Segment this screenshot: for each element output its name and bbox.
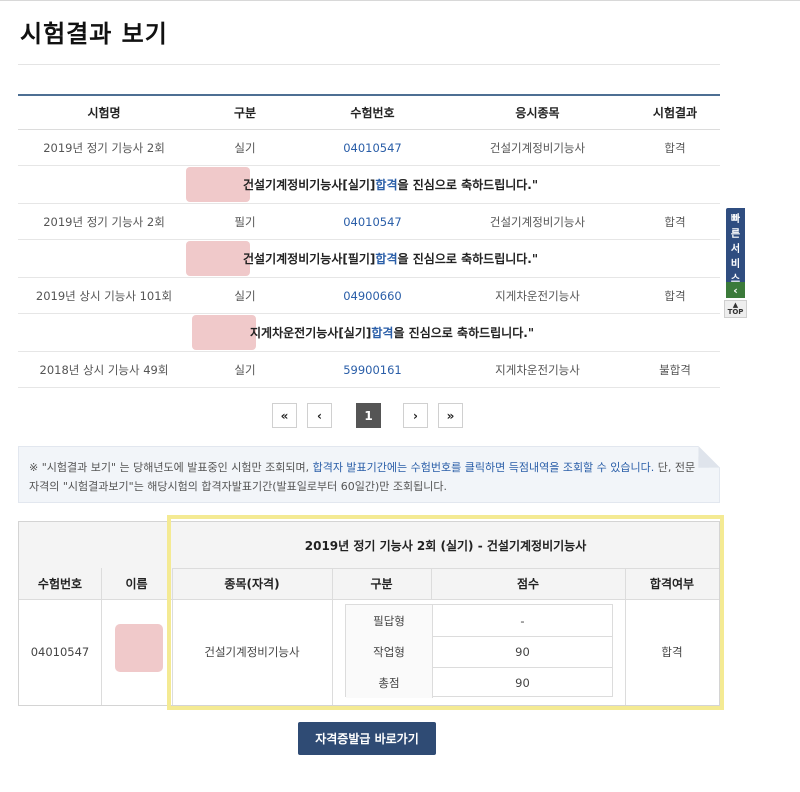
- header-score: 점수: [516, 577, 540, 591]
- exam-field: 지게차운전기능사: [495, 288, 580, 303]
- quick-service-char: 비: [730, 259, 741, 270]
- header-result: 시험결과: [652, 106, 698, 120]
- score-item: 총점 90: [346, 667, 612, 698]
- score-breakdown: 필답형 - 작업형 90 총점 90: [345, 604, 613, 698]
- exam-field: 건설기계정비기능사: [489, 214, 586, 229]
- exam-field: 건설기계정비기능사: [489, 140, 586, 155]
- score-table: 2019년 정기 기능사 2회 (실기) - 건설기계정비기능사 수험번호 이름…: [18, 521, 720, 706]
- exam-type: 필기: [234, 214, 256, 229]
- exam-name: 2019년 정기 기능사 2회: [43, 214, 165, 229]
- blurred-name: [186, 167, 250, 202]
- top-label: TOP: [727, 308, 744, 316]
- results-table: 시험명 구분 수험번호 응시종목 시험결과 2019년 정기 기능사 2회 실기…: [18, 94, 720, 388]
- exam-number-link[interactable]: 59900161: [300, 352, 445, 387]
- scroll-top-button[interactable]: ▲ TOP: [724, 300, 747, 318]
- exam-number: 04010547: [30, 645, 90, 659]
- score-item-value: 90: [515, 644, 530, 659]
- congrats-message: 건설기계정비기능사[필기] 합격 을 진심으로 축하드립니다.": [243, 252, 539, 266]
- exam-type: 실기: [234, 362, 256, 377]
- congrats-message-row: 지게차운전기능사[실기] 합격 을 진심으로 축하드립니다.": [18, 314, 720, 352]
- notice-mark: ※: [29, 461, 39, 474]
- quick-service-char: 서: [730, 244, 741, 255]
- quick-service-char: 른: [730, 229, 741, 240]
- notice-highlight: 합격자 발표기간에는 수험번호를 클릭하면 득점내역을 조회할 수 있습니다.: [312, 461, 655, 474]
- quick-service-tab[interactable]: 빠 른 서 비 스: [726, 208, 745, 285]
- score-item-value: 90: [515, 675, 530, 690]
- notice-text: "시험결과 보기" 는 당해년도에 발표중인 시험만 조회되며,: [38, 461, 313, 474]
- blurred-name: [115, 624, 163, 672]
- notice-box: ※ "시험결과 보기" 는 당해년도에 발표중인 시험만 조회되며, 합격자 발…: [18, 446, 720, 503]
- exam-type: 실기: [234, 140, 256, 155]
- table-row: 2019년 정기 기능사 2회 실기 04010547 건설기계정비기능사 합격: [18, 130, 720, 166]
- congrats-message: 지게차운전기능사[실기] 합격 을 진심으로 축하드립니다.": [250, 326, 535, 340]
- header-pass: 합격여부: [649, 577, 695, 591]
- header-field: 응시종목: [515, 106, 560, 120]
- pass-status: 합격: [661, 645, 683, 659]
- exam-result: 합격: [664, 140, 686, 155]
- header-type: 구분: [370, 577, 393, 591]
- congrats-message-row: 건설기계정비기능사[실기] 합격 을 진심으로 축하드립니다.": [18, 166, 720, 204]
- title-divider: [18, 64, 720, 65]
- score-item-label: 작업형: [346, 636, 433, 667]
- exam-number-link[interactable]: 04010547: [300, 130, 445, 165]
- congrats-message-row: 건설기계정비기능사[필기] 합격 을 진심으로 축하드립니다.": [18, 240, 720, 278]
- exam-number-link[interactable]: 04010547: [300, 204, 445, 239]
- exam-result: 합격: [664, 214, 686, 229]
- table-row: 2018년 상시 기능사 49회 실기 59900161 지게차운전기능사 불합…: [18, 352, 720, 388]
- pagination: « ‹ 1 › »: [272, 403, 464, 428]
- exam-name: 2018년 상시 기능사 49회: [39, 362, 169, 377]
- score-title: 2019년 정기 기능사 2회 (실기) - 건설기계정비기능사: [304, 538, 587, 553]
- certificate-issue-button[interactable]: 자격증발급 바로가기: [298, 722, 436, 755]
- header-name: 이름: [125, 577, 148, 591]
- divider: [19, 599, 719, 600]
- header-exam-number: 수험번호: [37, 577, 83, 591]
- quick-service-char: 빠: [730, 214, 741, 225]
- exam-field: 지게차운전기능사: [495, 362, 580, 377]
- congrats-message: 건설기계정비기능사[실기] 합격 을 진심으로 축하드립니다.": [243, 178, 539, 192]
- header-field: 종목(자격): [224, 577, 280, 591]
- exam-type: 실기: [234, 288, 256, 303]
- exam-result: 불합격: [659, 362, 691, 377]
- header-exam-name: 시험명: [87, 106, 121, 120]
- quick-service-toggle-icon[interactable]: ‹: [726, 282, 745, 298]
- header-type: 구분: [233, 106, 257, 120]
- field-name: 건설기계정비기능사: [204, 645, 300, 659]
- exam-name: 2019년 정기 기능사 2회: [43, 140, 165, 155]
- score-item-label: 필답형: [346, 605, 433, 636]
- page-fold-icon: [698, 446, 720, 468]
- next-page-button[interactable]: ›: [403, 403, 428, 428]
- first-page-button[interactable]: «: [272, 403, 297, 428]
- table-row: 2019년 상시 기능사 101회 실기 04900660 지게차운전기능사 합…: [18, 278, 720, 314]
- score-item: 필답형 -: [346, 605, 612, 637]
- page-title: 시험결과 보기: [20, 20, 168, 48]
- exam-name: 2019년 상시 기능사 101회: [35, 288, 173, 303]
- results-header-row: 시험명 구분 수험번호 응시종목 시험결과: [18, 96, 720, 130]
- score-item-value: -: [520, 613, 525, 628]
- divider: [332, 599, 333, 705]
- top-border: [0, 0, 800, 1]
- exam-number-link[interactable]: 04900660: [300, 278, 445, 313]
- page-1-button[interactable]: 1: [356, 403, 381, 428]
- blurred-name: [186, 241, 250, 276]
- score-item: 작업형 90: [346, 636, 612, 668]
- exam-result: 합격: [664, 288, 686, 303]
- table-row: 2019년 정기 기능사 2회 필기 04010547 건설기계정비기능사 합격: [18, 204, 720, 240]
- last-page-button[interactable]: »: [438, 403, 463, 428]
- score-item-label: 총점: [346, 667, 433, 698]
- prev-page-button[interactable]: ‹: [307, 403, 332, 428]
- header-exam-number: 수험번호: [350, 106, 395, 120]
- blurred-name: [192, 315, 256, 350]
